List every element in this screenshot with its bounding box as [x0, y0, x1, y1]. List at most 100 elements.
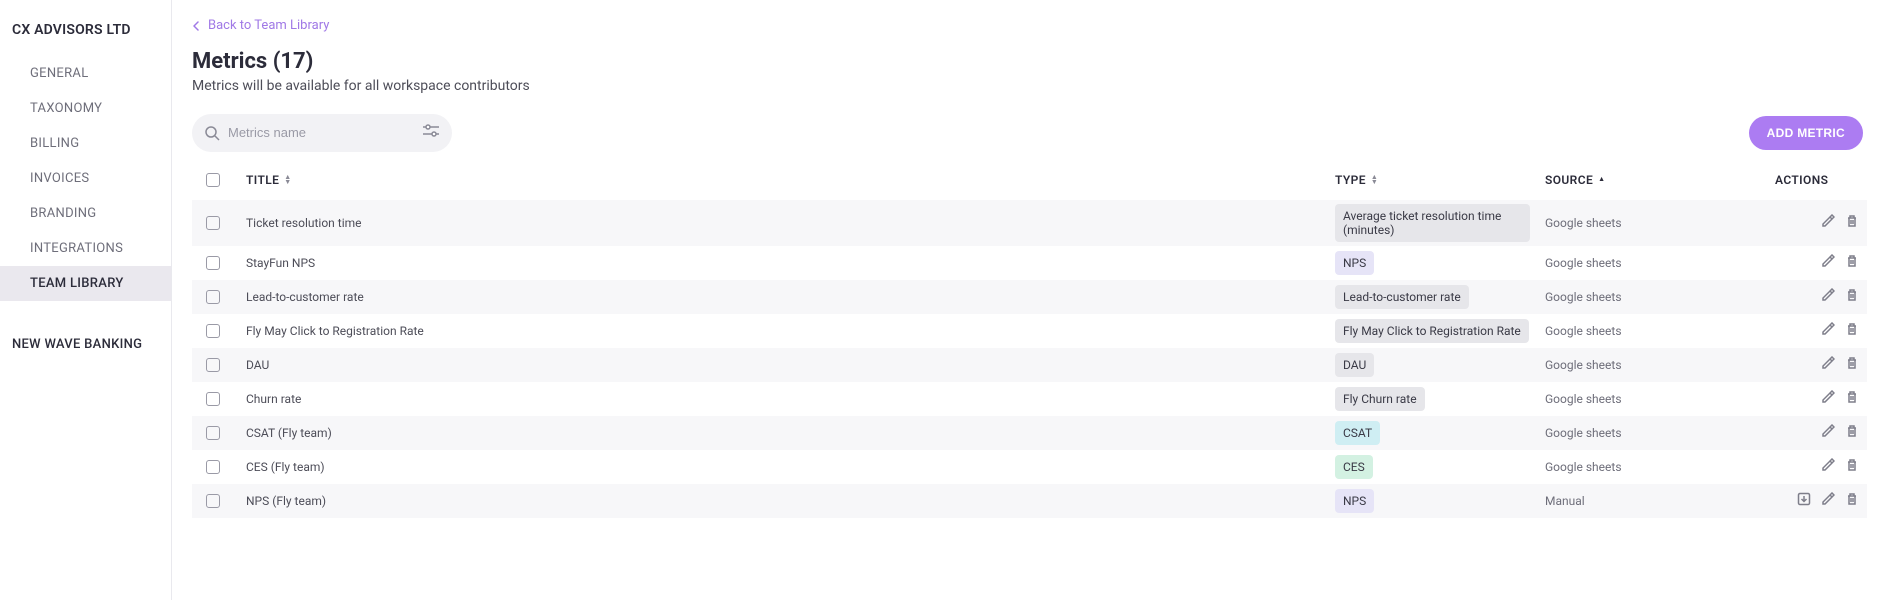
row-actions — [1775, 322, 1859, 340]
delete-icon[interactable] — [1845, 356, 1859, 374]
metrics-table: TITLE ▲▼ TYPE ▲▼ SOURCE ▲ ACTIONS Ticket… — [192, 166, 1867, 518]
row-actions — [1775, 458, 1859, 476]
edit-icon[interactable] — [1821, 390, 1835, 408]
table-row: NPS (Fly team)NPSManual — [192, 484, 1867, 518]
delete-icon[interactable] — [1845, 492, 1859, 510]
edit-icon[interactable] — [1821, 458, 1835, 476]
row-checkbox[interactable] — [206, 426, 220, 440]
metric-title: Fly May Click to Registration Rate — [246, 324, 1335, 338]
edit-icon[interactable] — [1821, 424, 1835, 442]
row-actions — [1775, 356, 1859, 374]
row-checkbox[interactable] — [206, 256, 220, 270]
table-row: Fly May Click to Registration RateFly Ma… — [192, 314, 1867, 348]
type-chip: Lead-to-customer rate — [1335, 285, 1469, 309]
download-icon[interactable] — [1797, 492, 1811, 510]
metric-title: Lead-to-customer rate — [246, 290, 1335, 304]
type-chip: DAU — [1335, 353, 1374, 377]
type-chip: CES — [1335, 455, 1373, 479]
delete-icon[interactable] — [1845, 214, 1859, 232]
select-all-checkbox[interactable] — [206, 173, 220, 187]
nav-primary: GENERAL TAXONOMY BILLING INVOICES BRANDI… — [0, 56, 171, 301]
search-icon — [204, 125, 220, 141]
table-row: CSAT (Fly team)CSAT Google sheets — [192, 416, 1867, 450]
row-actions — [1775, 492, 1859, 510]
col-type-label: TYPE — [1335, 173, 1366, 187]
sidebar-item-billing[interactable]: BILLING — [0, 126, 171, 161]
type-chip: Fly May Click to Registration Rate — [1335, 319, 1529, 343]
row-checkbox[interactable] — [206, 494, 220, 508]
metric-title: StayFun NPS — [246, 256, 1335, 270]
metric-title: CES (Fly team) — [246, 460, 1335, 474]
sidebar: CX ADVISORS LTD GENERAL TAXONOMY BILLING… — [0, 0, 172, 600]
metric-title: Churn rate — [246, 392, 1335, 406]
row-checkbox[interactable] — [206, 290, 220, 304]
sidebar-item-new-wave-banking[interactable]: NEW WAVE BANKING — [0, 327, 171, 362]
filter-icon[interactable] — [422, 124, 440, 142]
sidebar-item-branding[interactable]: BRANDING — [0, 196, 171, 231]
metric-source: Google sheets — [1545, 426, 1775, 440]
search-box — [192, 114, 452, 152]
edit-icon[interactable] — [1821, 492, 1835, 510]
delete-icon[interactable] — [1845, 322, 1859, 340]
col-title[interactable]: TITLE ▲▼ — [246, 173, 1335, 187]
delete-icon[interactable] — [1845, 424, 1859, 442]
sidebar-item-general[interactable]: GENERAL — [0, 56, 171, 91]
delete-icon[interactable] — [1845, 288, 1859, 306]
table-header: TITLE ▲▼ TYPE ▲▼ SOURCE ▲ ACTIONS — [192, 166, 1867, 200]
search-input[interactable] — [226, 124, 412, 141]
delete-icon[interactable] — [1845, 254, 1859, 272]
toolbar: ADD METRIC — [192, 114, 1867, 152]
table-row: Lead-to-customer rateLead-to-customer ra… — [192, 280, 1867, 314]
row-checkbox[interactable] — [206, 216, 220, 230]
row-actions — [1775, 390, 1859, 408]
metric-source: Google sheets — [1545, 256, 1775, 270]
metric-source: Google sheets — [1545, 392, 1775, 406]
edit-icon[interactable] — [1821, 254, 1835, 272]
row-checkbox[interactable] — [206, 460, 220, 474]
row-checkbox[interactable] — [206, 324, 220, 338]
back-link-label: Back to Team Library — [208, 18, 329, 33]
metric-source: Google sheets — [1545, 324, 1775, 338]
type-chip: CSAT — [1335, 421, 1380, 445]
add-metric-button[interactable]: ADD METRIC — [1749, 116, 1863, 150]
org-title: CX ADVISORS LTD — [0, 16, 171, 56]
sort-icon: ▲▼ — [1371, 175, 1378, 185]
row-actions — [1775, 424, 1859, 442]
metric-source: Google sheets — [1545, 216, 1775, 230]
metric-title: CSAT (Fly team) — [246, 426, 1335, 440]
main-content: Back to Team Library Metrics (17) Metric… — [172, 0, 1887, 600]
col-source-label: SOURCE — [1545, 173, 1593, 187]
sort-asc-icon: ▲ — [1598, 177, 1605, 182]
row-checkbox[interactable] — [206, 358, 220, 372]
row-checkbox[interactable] — [206, 392, 220, 406]
metric-source: Google sheets — [1545, 460, 1775, 474]
table-row: CES (Fly team)CES Google sheets — [192, 450, 1867, 484]
col-type[interactable]: TYPE ▲▼ — [1335, 173, 1545, 187]
page-subtitle: Metrics will be available for all worksp… — [192, 78, 1867, 94]
type-chip: NPS — [1335, 251, 1374, 275]
delete-icon[interactable] — [1845, 458, 1859, 476]
sidebar-item-team-library[interactable]: TEAM LIBRARY — [0, 266, 171, 301]
sidebar-item-invoices[interactable]: INVOICES — [0, 161, 171, 196]
metric-source: Google sheets — [1545, 290, 1775, 304]
col-actions-label: ACTIONS — [1775, 173, 1828, 187]
type-chip: Fly Churn rate — [1335, 387, 1425, 411]
metric-title: Ticket resolution time — [246, 216, 1335, 230]
edit-icon[interactable] — [1821, 288, 1835, 306]
sidebar-item-integrations[interactable]: INTEGRATIONS — [0, 231, 171, 266]
metric-source: Google sheets — [1545, 358, 1775, 372]
col-source[interactable]: SOURCE ▲ — [1545, 173, 1775, 187]
edit-icon[interactable] — [1821, 214, 1835, 232]
row-actions — [1775, 254, 1859, 272]
table-row: StayFun NPSNPS Google sheets — [192, 246, 1867, 280]
edit-icon[interactable] — [1821, 322, 1835, 340]
nav-secondary: NEW WAVE BANKING — [0, 327, 171, 362]
table-row: Churn rateFly Churn rate Google sheets — [192, 382, 1867, 416]
edit-icon[interactable] — [1821, 356, 1835, 374]
page-title: Metrics (17) — [192, 49, 1867, 74]
back-link[interactable]: Back to Team Library — [192, 18, 329, 33]
delete-icon[interactable] — [1845, 390, 1859, 408]
chevron-left-icon — [192, 21, 202, 31]
sidebar-item-taxonomy[interactable]: TAXONOMY — [0, 91, 171, 126]
row-actions — [1775, 214, 1859, 232]
